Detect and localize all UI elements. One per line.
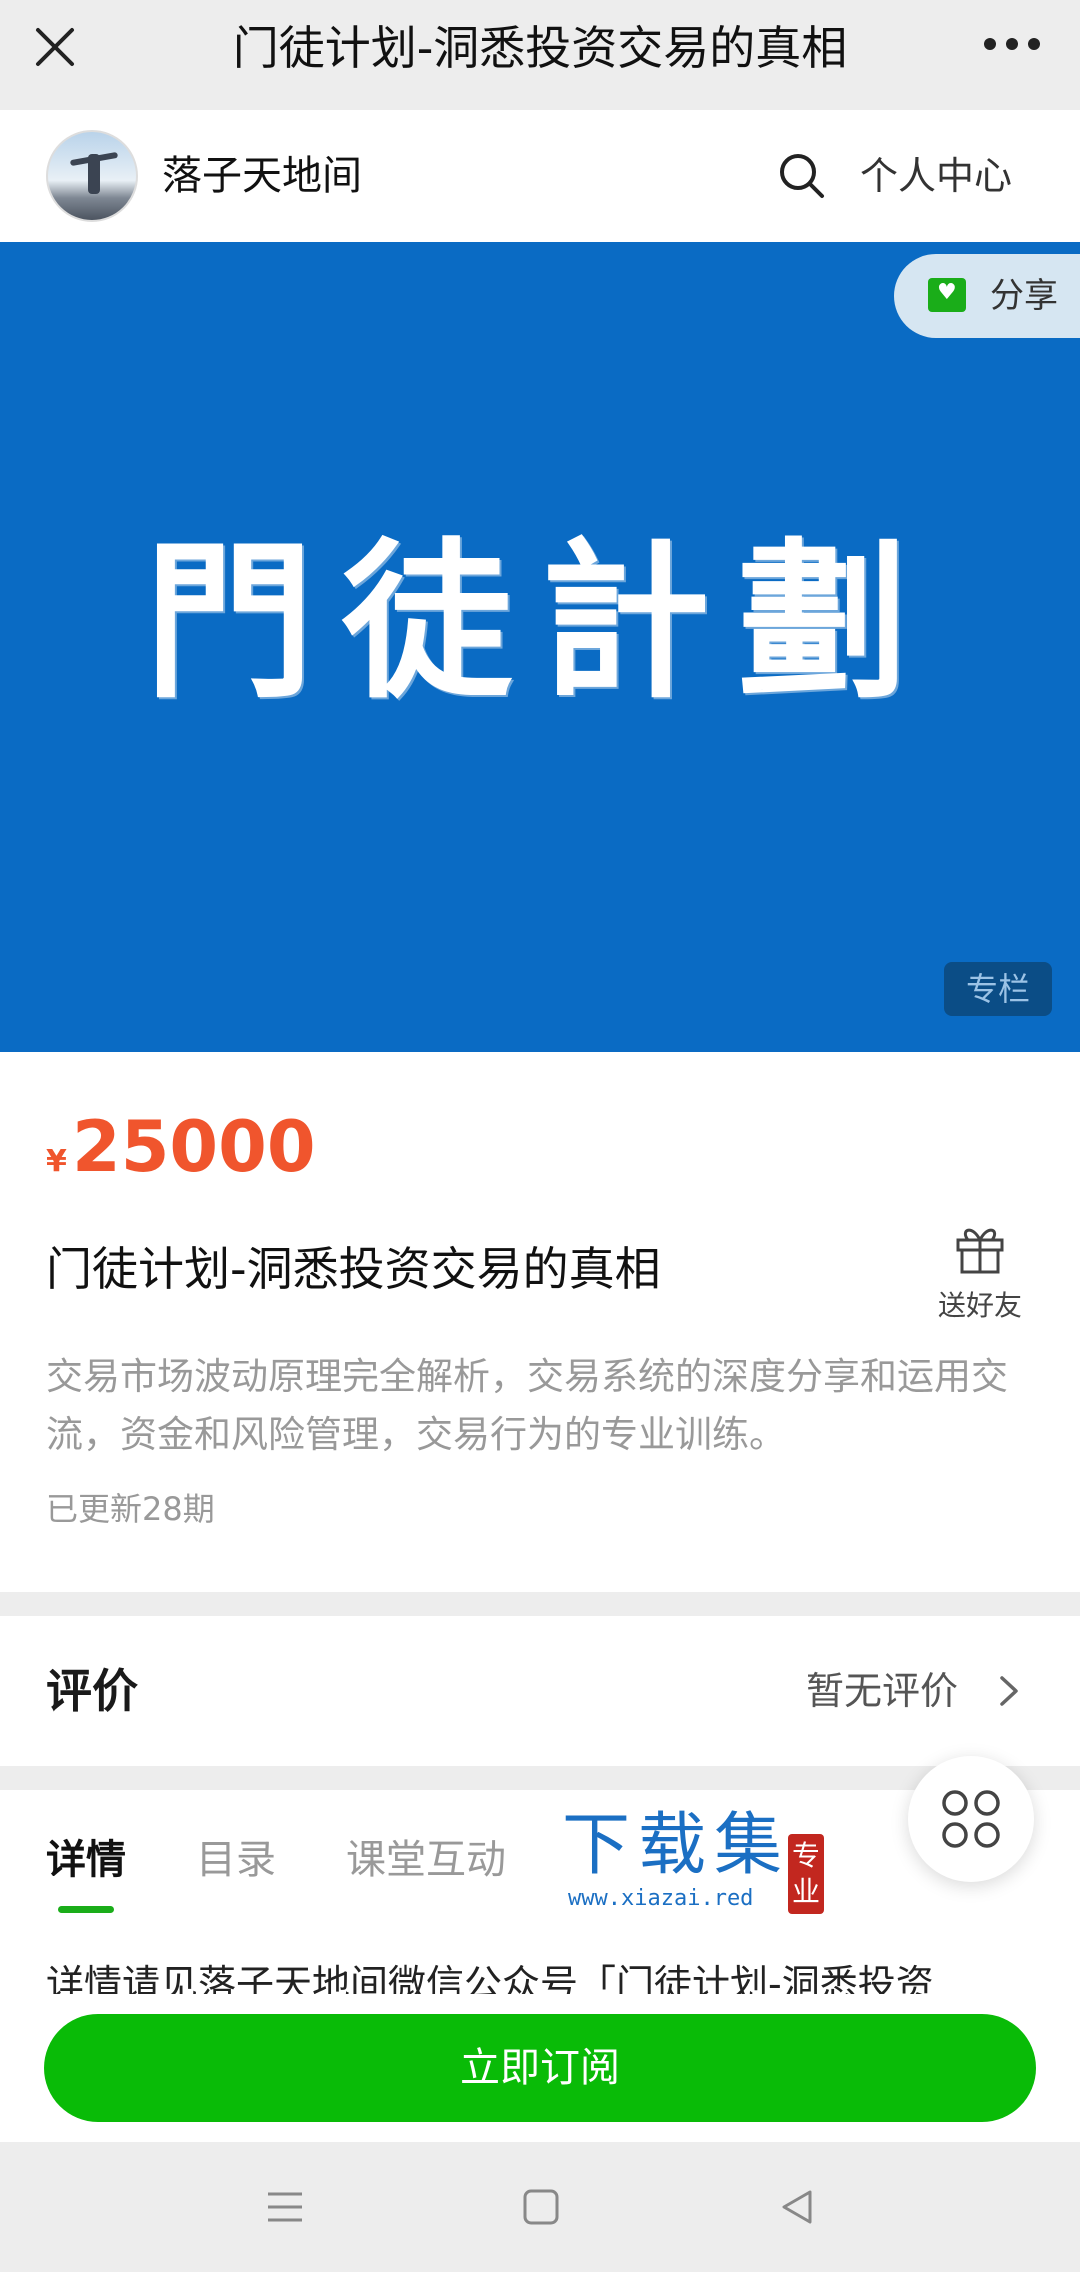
menu-icon[interactable] xyxy=(264,2186,306,2228)
search-icon[interactable] xyxy=(776,150,828,202)
cover-calligraphy: 門徒計劃 xyxy=(143,522,936,722)
cover-banner: 門徒計劃 分享 专栏 xyxy=(0,242,1080,1052)
share-button[interactable]: 分享 xyxy=(894,254,1080,338)
home-icon[interactable] xyxy=(520,2186,562,2228)
update-count: 已更新28期 xyxy=(46,1490,215,1528)
product-description: 交易市场波动原理完全解析，交易系统的深度分享和运用交流，资金和风险管理，交易行为… xyxy=(46,1355,1008,1456)
gift-label: 送好友 xyxy=(937,1289,1022,1322)
more-icon[interactable] xyxy=(984,38,1040,54)
apps-button[interactable] xyxy=(908,1756,1034,1882)
shop-name[interactable]: 落子天地间 xyxy=(162,110,362,242)
price-value: 25000 xyxy=(72,1106,316,1188)
avatar[interactable] xyxy=(46,130,138,222)
shop-header: 落子天地间 个人中心 xyxy=(0,110,1080,242)
subscribe-button[interactable]: 立即订阅 xyxy=(44,2014,1036,2122)
tab-catalog[interactable]: 目录 xyxy=(196,1830,276,1890)
share-icon xyxy=(928,278,966,312)
back-icon[interactable] xyxy=(776,2186,818,2228)
title-bar: 门徒计划-洞悉投资交易的真相 xyxy=(0,0,1080,110)
product-info: ¥ 25000 门徒计划-洞悉投资交易的真相 送好友 交易市场波动原理完全解析，… xyxy=(0,1052,1080,1592)
gift-button[interactable]: 送好友 xyxy=(930,1220,1030,1324)
page-title: 门徒计划-洞悉投资交易的真相 xyxy=(232,21,848,75)
share-label: 分享 xyxy=(990,276,1058,316)
gift-icon xyxy=(956,1228,1004,1274)
watermark-text: 下载集 xyxy=(562,1806,791,1885)
currency-symbol: ¥ xyxy=(46,1144,67,1179)
subscribe-bar: 立即订阅 xyxy=(0,1994,1080,2142)
review-status: 暂无评价 xyxy=(806,1669,959,1713)
column-tag: 专栏 xyxy=(944,962,1052,1016)
chevron-right-icon xyxy=(1000,1676,1018,1706)
tab-interaction[interactable]: 课堂互动 xyxy=(346,1830,506,1890)
close-icon[interactable] xyxy=(30,22,80,72)
review-row[interactable]: 评价 暂无评价 xyxy=(0,1616,1080,1766)
apps-icon xyxy=(942,1790,1000,1848)
watermark-seal: 专业 xyxy=(788,1834,824,1914)
watermark: 下载集 www.xiazai.red 专业 xyxy=(562,1806,824,1914)
watermark-url: www.xiazai.red xyxy=(568,1886,754,1911)
tab-details[interactable]: 详情 xyxy=(46,1830,126,1890)
detail-text: 详情请见落子天地间微信公众号「门徒计划-洞悉投资 xyxy=(46,1962,934,1998)
system-nav-bar xyxy=(0,2142,1080,2272)
review-heading: 评价 xyxy=(46,1664,138,1718)
product-title: 门徒计划-洞悉投资交易的真相 xyxy=(46,1242,661,1296)
personal-center-link[interactable]: 个人中心 xyxy=(860,110,1012,242)
active-tab-indicator xyxy=(58,1906,114,1913)
